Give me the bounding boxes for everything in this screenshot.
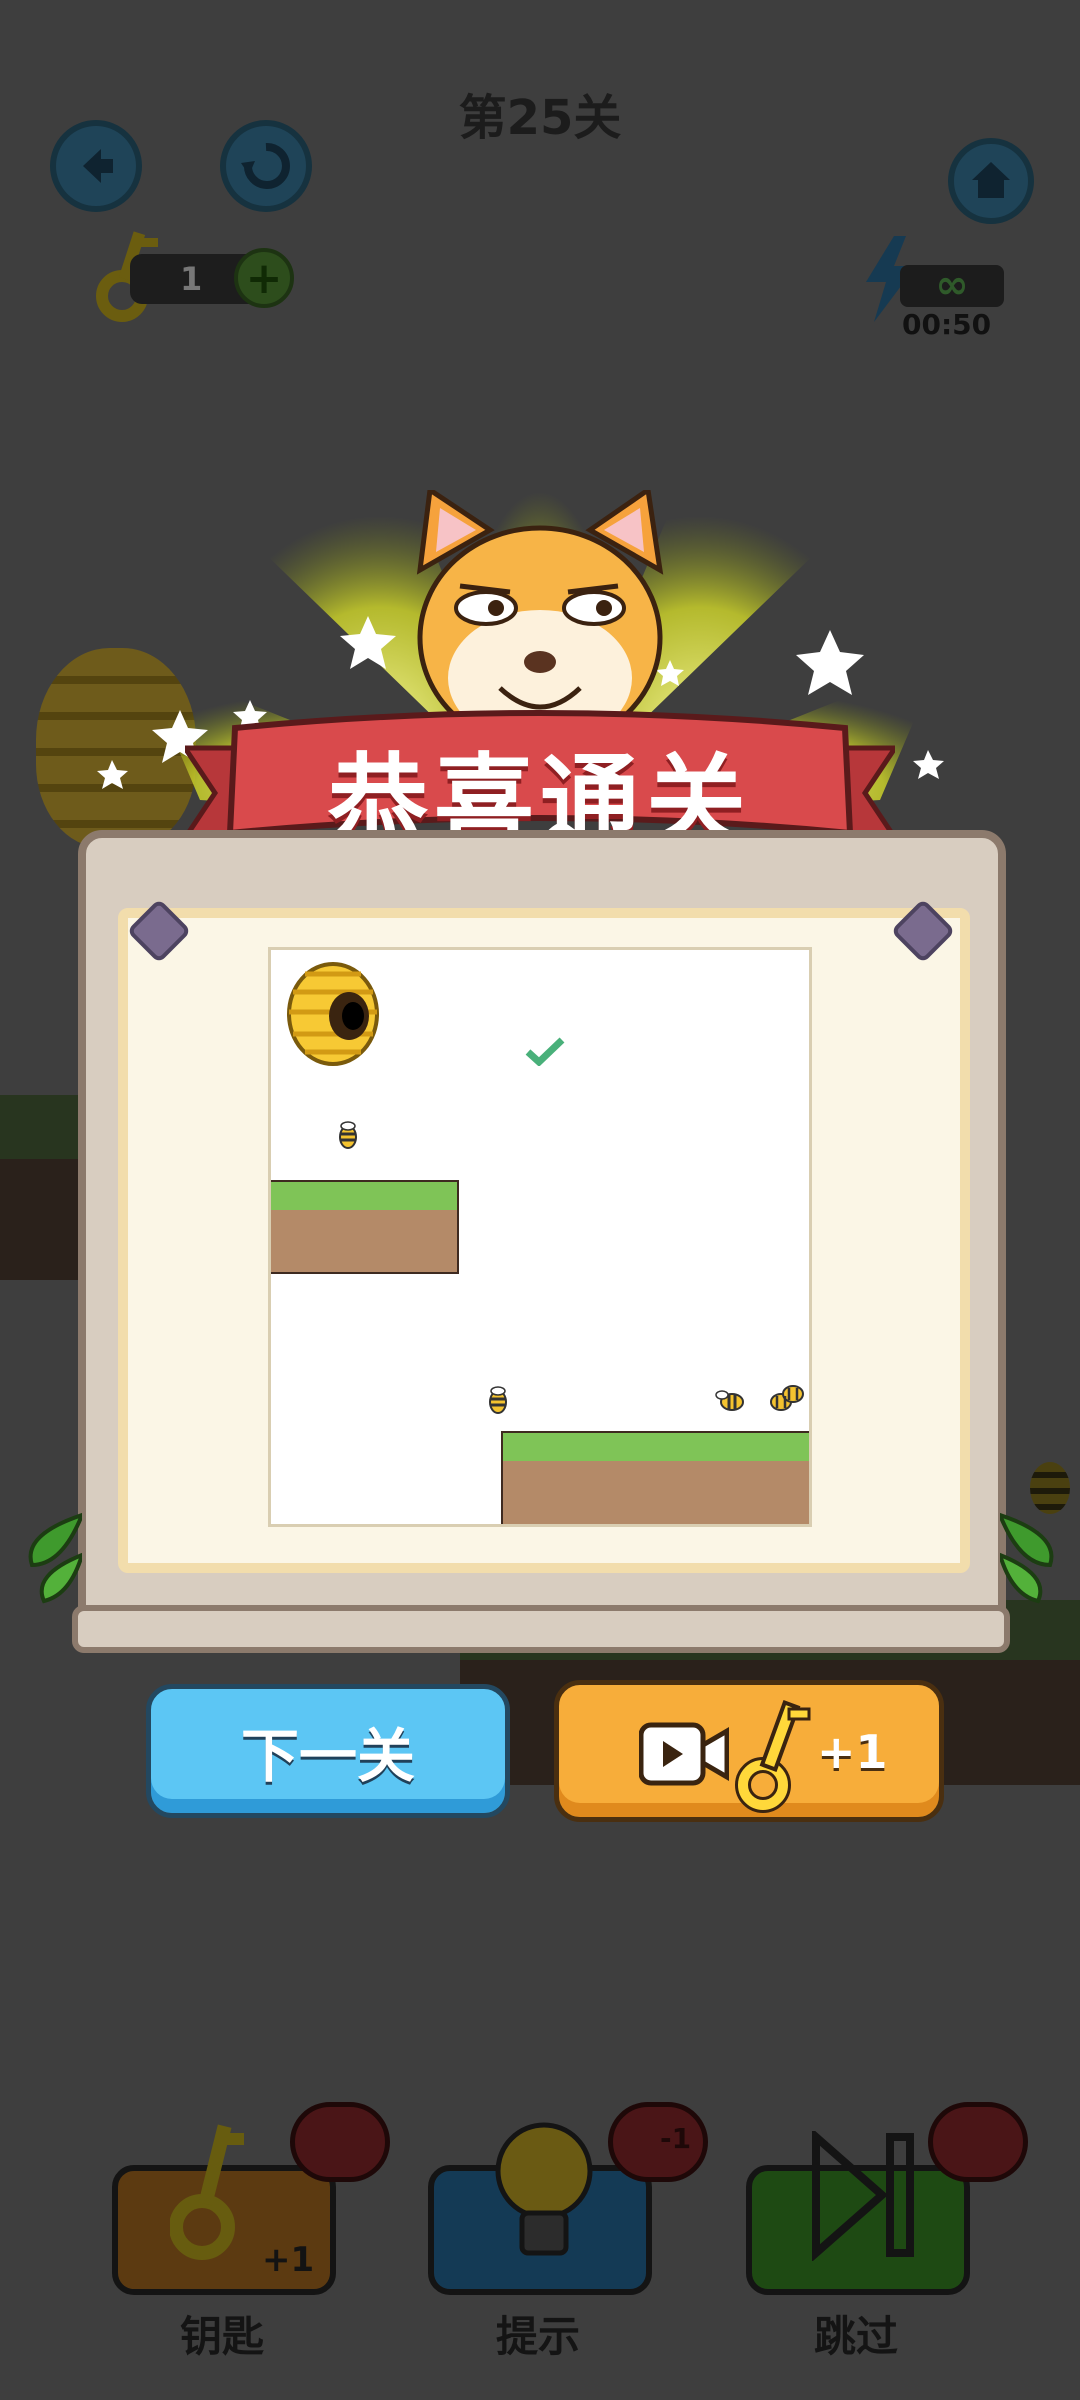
home-icon bbox=[972, 162, 1010, 198]
tool-hint-key-badge bbox=[608, 2102, 708, 2182]
frame-base bbox=[72, 1605, 1010, 1653]
watch-video-key-button[interactable]: +1 bbox=[554, 1680, 944, 1822]
back-arrow-icon bbox=[83, 149, 113, 183]
tool-skip-button[interactable] bbox=[746, 2131, 970, 2295]
add-keys-button[interactable]: + bbox=[234, 248, 294, 308]
leaf-decoration-right bbox=[1000, 1512, 1054, 1604]
tool-skip-video-badge bbox=[928, 2102, 1028, 2182]
skip-icon bbox=[812, 2131, 914, 2261]
reward-amount: +1 bbox=[817, 1725, 888, 1779]
check-icon bbox=[525, 1037, 565, 1066]
next-level-button[interactable]: 下一关 bbox=[146, 1684, 510, 1818]
timer: 00:50 bbox=[902, 308, 992, 341]
tool-hint-sub: -1 bbox=[660, 2122, 692, 2155]
tool-hint-label: 提示 bbox=[495, 2312, 580, 2361]
tool-skip-label: 跳过 bbox=[813, 2312, 898, 2361]
bee-icon bbox=[339, 1121, 357, 1149]
bee-icon bbox=[489, 1386, 507, 1414]
level-preview bbox=[268, 947, 812, 1527]
bee-icon bbox=[715, 1390, 744, 1411]
key-icon bbox=[170, 2124, 244, 2260]
tool-key-sub: +1 bbox=[262, 2240, 315, 2280]
beehive-icon bbox=[287, 962, 379, 1066]
key-icon bbox=[735, 1700, 811, 1813]
level-title: 第25关 bbox=[458, 90, 622, 146]
tool-hint-button[interactable] bbox=[428, 2122, 652, 2295]
leaf-decoration-left bbox=[28, 1512, 82, 1604]
bee-swarm-icon bbox=[770, 1385, 804, 1411]
background-platform-left bbox=[0, 1095, 78, 1280]
tool-key-label: 钥匙 bbox=[179, 2312, 264, 2361]
energy-value: ∞ bbox=[900, 265, 1004, 307]
video-camera-icon bbox=[639, 1722, 729, 1786]
home-button[interactable] bbox=[948, 138, 1034, 224]
tool-key-video-badge bbox=[290, 2102, 390, 2182]
grass-platform-lower bbox=[501, 1431, 809, 1524]
grass-platform-upper bbox=[271, 1180, 459, 1274]
lightbulb-icon bbox=[495, 2122, 593, 2256]
